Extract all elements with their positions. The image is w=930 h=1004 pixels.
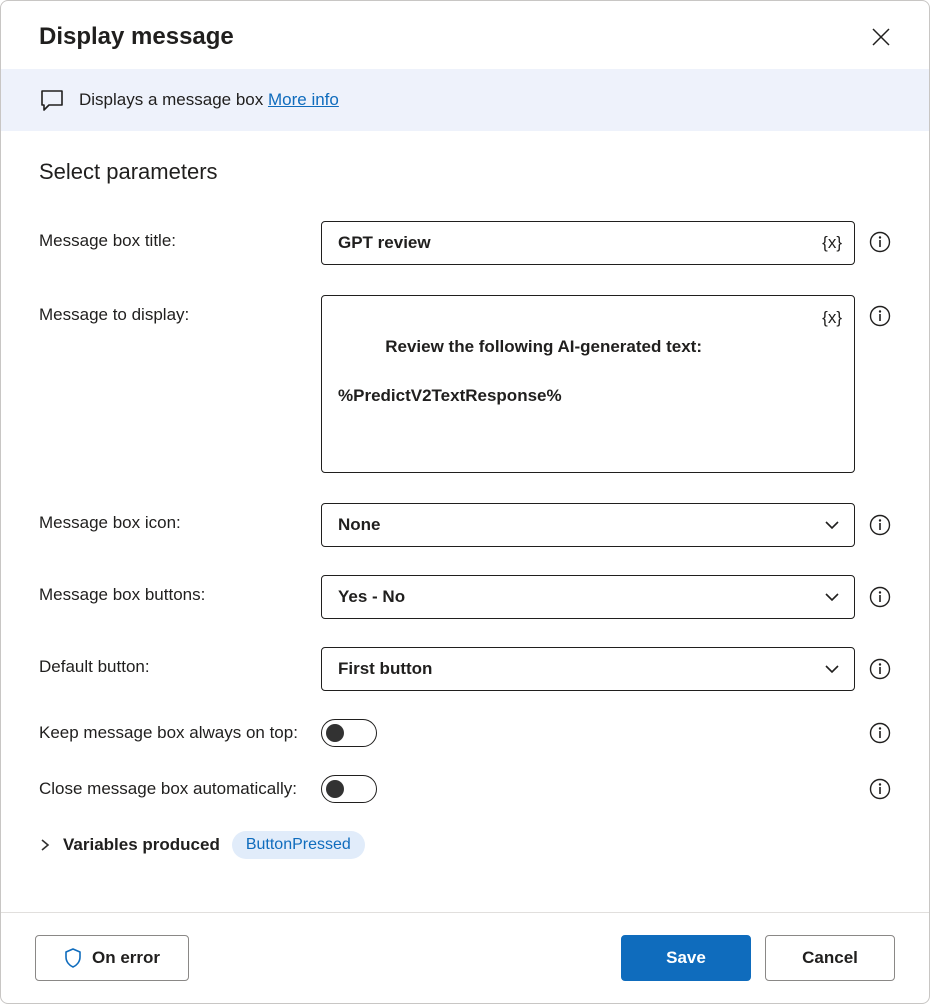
message-icon: [39, 87, 65, 113]
select-default-button-value: First button: [338, 659, 432, 679]
input-message-to-display-value: Review the following AI-generated text: …: [338, 337, 702, 405]
more-info-link[interactable]: More info: [268, 90, 339, 109]
save-button[interactable]: Save: [621, 935, 751, 981]
label-message-box-title: Message box title:: [39, 221, 321, 251]
close-icon: [872, 28, 890, 46]
info-icon[interactable]: [869, 778, 891, 800]
info-icon[interactable]: [869, 658, 891, 680]
select-message-box-icon-value: None: [338, 515, 381, 535]
banner-description: Displays a message box: [79, 90, 268, 109]
row-message-box-buttons: Message box buttons: Yes - No: [39, 575, 891, 619]
row-always-on-top: Keep message box always on top:: [39, 719, 891, 747]
dialog-footer: On error Save Cancel: [1, 912, 929, 1003]
label-default-button: Default button:: [39, 647, 321, 677]
select-default-button[interactable]: First button: [321, 647, 855, 691]
info-icon[interactable]: [869, 722, 891, 744]
on-error-label: On error: [92, 948, 160, 968]
variable-chip-buttonpressed[interactable]: ButtonPressed: [232, 831, 365, 859]
chevron-down-icon: [824, 517, 840, 533]
row-message-to-display: Message to display: Review the following…: [39, 295, 891, 473]
shield-icon: [64, 948, 82, 968]
close-button[interactable]: [867, 23, 895, 51]
select-message-box-buttons[interactable]: Yes - No: [321, 575, 855, 619]
row-message-box-icon: Message box icon: None: [39, 503, 891, 547]
dialog-header: Display message: [1, 1, 929, 69]
label-always-on-top: Keep message box always on top:: [39, 719, 321, 743]
chevron-down-icon: [824, 661, 840, 677]
footer-actions: Save Cancel: [621, 935, 895, 981]
variable-picker-icon[interactable]: {x}: [822, 306, 842, 331]
info-icon[interactable]: [869, 305, 891, 327]
label-message-box-buttons: Message box buttons:: [39, 575, 321, 605]
toggle-knob: [326, 724, 344, 742]
input-message-box-title[interactable]: GPT review {x}: [321, 221, 855, 265]
label-message-box-icon: Message box icon:: [39, 503, 321, 533]
info-icon[interactable]: [869, 586, 891, 608]
input-message-box-title-value: GPT review: [338, 233, 431, 253]
info-icon[interactable]: [869, 514, 891, 536]
row-default-button: Default button: First button: [39, 647, 891, 691]
toggle-knob: [326, 780, 344, 798]
row-close-automatically: Close message box automatically:: [39, 775, 891, 803]
display-message-dialog: Display message Displays a message box M…: [0, 0, 930, 1004]
dialog-title: Display message: [39, 23, 234, 51]
chevron-right-icon: [39, 839, 51, 851]
variables-produced-label: Variables produced: [63, 835, 220, 855]
toggle-always-on-top[interactable]: [321, 719, 377, 747]
variable-picker-icon[interactable]: {x}: [822, 233, 842, 253]
select-message-box-buttons-value: Yes - No: [338, 587, 405, 607]
chevron-down-icon: [824, 589, 840, 605]
label-close-automatically: Close message box automatically:: [39, 775, 321, 799]
input-message-to-display[interactable]: Review the following AI-generated text: …: [321, 295, 855, 473]
info-icon[interactable]: [869, 231, 891, 253]
dialog-body: Select parameters Message box title: GPT…: [1, 131, 929, 912]
on-error-button[interactable]: On error: [35, 935, 189, 981]
variables-produced-row[interactable]: Variables produced ButtonPressed: [39, 831, 891, 859]
row-message-box-title: Message box title: GPT review {x}: [39, 221, 891, 265]
banner-text: Displays a message box More info: [79, 90, 339, 110]
toggle-close-automatically[interactable]: [321, 775, 377, 803]
info-banner: Displays a message box More info: [1, 69, 929, 131]
cancel-button[interactable]: Cancel: [765, 935, 895, 981]
select-message-box-icon[interactable]: None: [321, 503, 855, 547]
label-message-to-display: Message to display:: [39, 295, 321, 325]
section-title: Select parameters: [39, 159, 891, 185]
